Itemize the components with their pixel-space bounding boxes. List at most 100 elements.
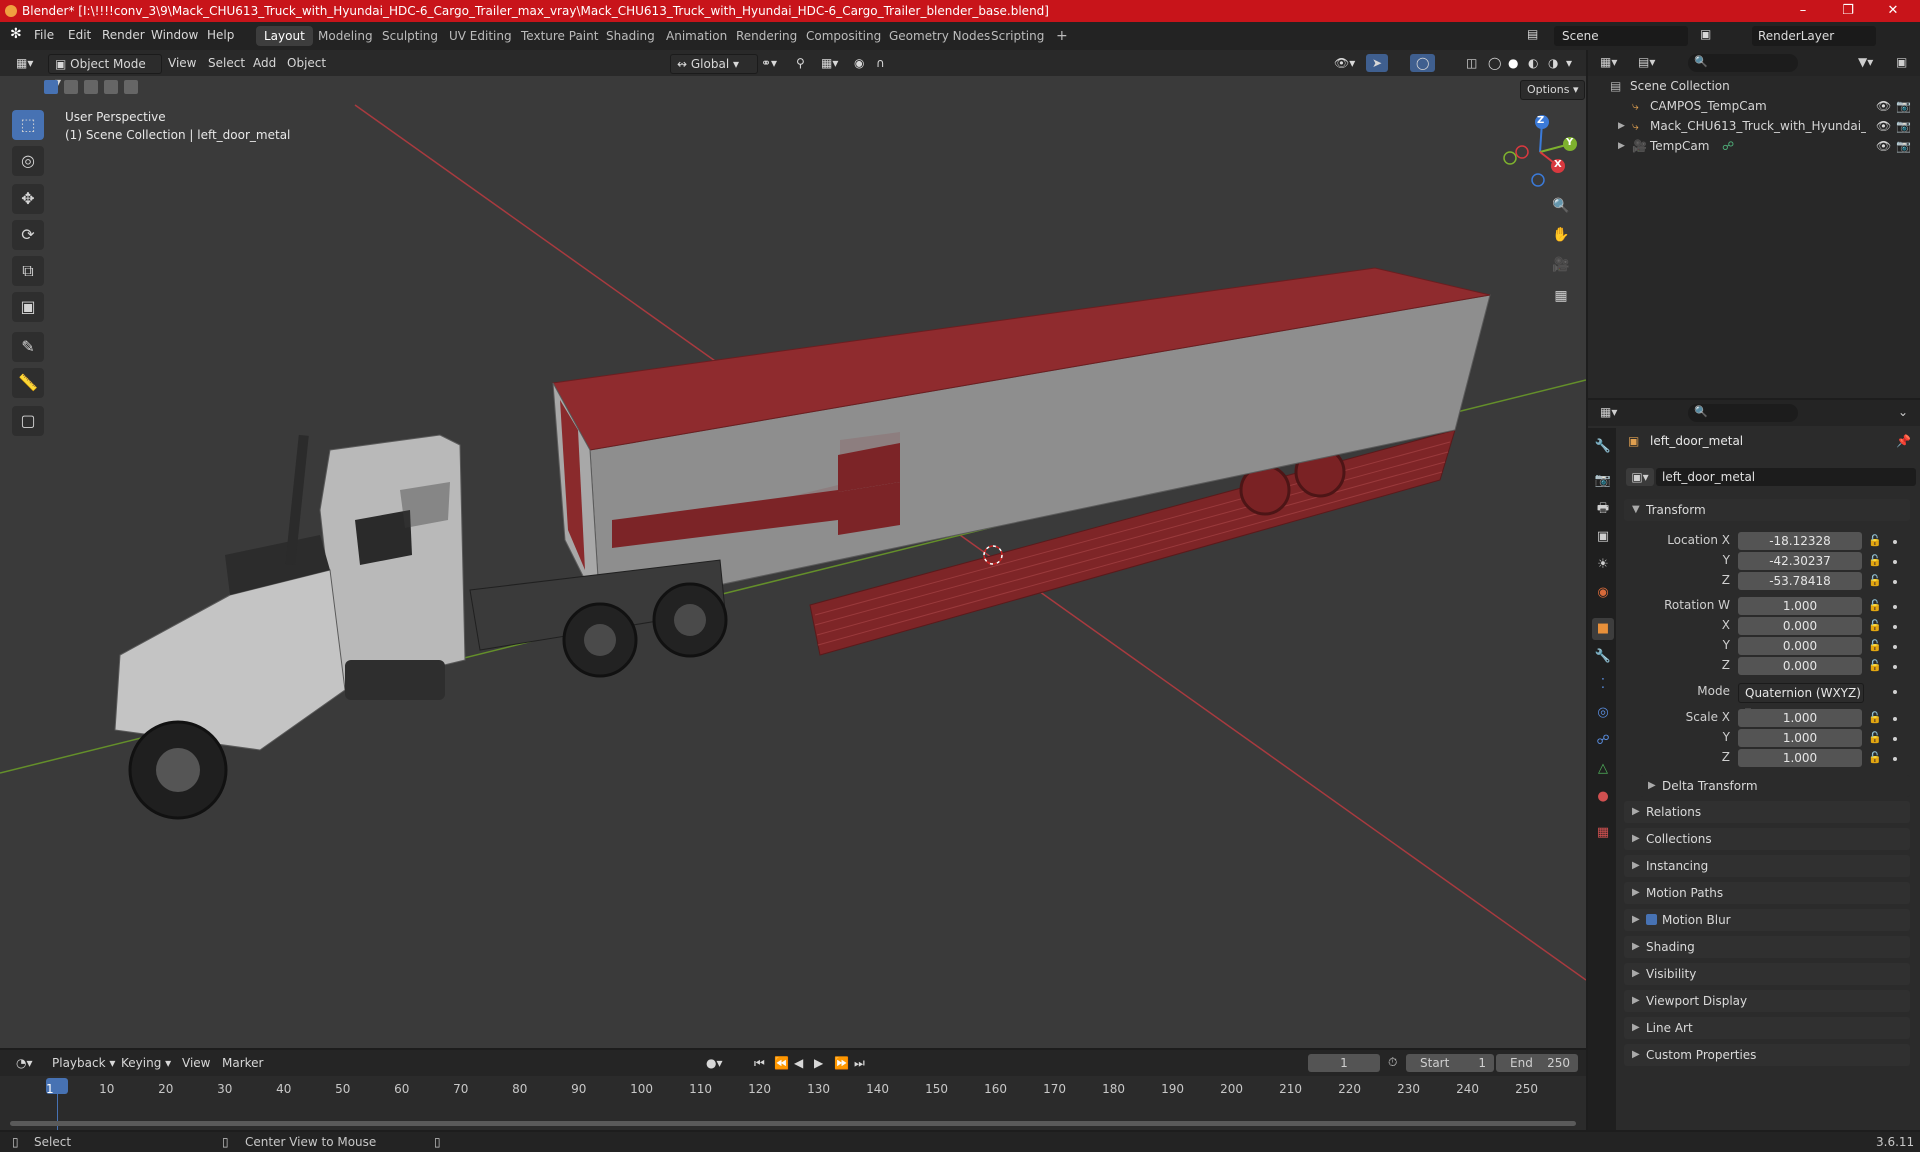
- keyframe-dot-icon[interactable]: [1893, 737, 1897, 741]
- render-camera-icon[interactable]: 📷: [1896, 116, 1911, 136]
- rotation-mode-dropdown[interactable]: Quaternion (WXYZ) ▾: [1738, 683, 1864, 718]
- visibility-icon[interactable]: 👁▾: [1328, 54, 1361, 72]
- scale-tool-icon[interactable]: ⧉: [12, 256, 44, 286]
- object-tab-icon[interactable]: ■: [1592, 618, 1614, 640]
- current-frame-field[interactable]: 1: [1308, 1054, 1380, 1072]
- select-mode-buttons[interactable]: [44, 80, 140, 96]
- select-subtract-icon[interactable]: [84, 80, 98, 94]
- minimize-icon[interactable]: –: [1780, 0, 1826, 22]
- menu-view[interactable]: View: [162, 54, 202, 72]
- panel-visibility[interactable]: ▶ Visibility: [1624, 963, 1910, 985]
- location-x-field[interactable]: -18.12328: [1738, 532, 1862, 550]
- scene-selector[interactable]: Scene: [1554, 26, 1688, 46]
- proportional-edit-icon[interactable]: ◉: [848, 54, 870, 72]
- display-mode-icon[interactable]: ▤▾: [1638, 55, 1655, 69]
- tab-sculpting[interactable]: Sculpting: [374, 26, 446, 46]
- navigation-gizmo[interactable]: Z Y X: [1500, 112, 1580, 192]
- lock-icon[interactable]: 🔓: [1868, 711, 1882, 725]
- lock-icon[interactable]: 🔓: [1868, 574, 1882, 588]
- tool-tab-icon[interactable]: 🔧: [1592, 436, 1614, 458]
- measure-tool-icon[interactable]: 📏: [12, 368, 44, 398]
- menu-help[interactable]: Help: [207, 28, 234, 42]
- menu-playback[interactable]: Playback ▾: [46, 1054, 121, 1072]
- panel-line-art[interactable]: ▶ Line Art: [1624, 1017, 1910, 1039]
- keyframe-dot-icon[interactable]: [1893, 717, 1897, 721]
- outliner-row-mack[interactable]: ▶ ⤷ Mack_CHU613_Truck_with_Hyundai_HI 👁 …: [1588, 116, 1920, 136]
- data-tab-icon[interactable]: △: [1592, 758, 1614, 780]
- options-dropdown[interactable]: Options ▾: [1520, 80, 1586, 100]
- end-frame-field[interactable]: End 250: [1496, 1054, 1578, 1072]
- menu-add[interactable]: Add: [247, 54, 282, 72]
- scale-z-field[interactable]: 1.000: [1738, 749, 1862, 767]
- start-frame-field[interactable]: Start 1: [1406, 1054, 1494, 1072]
- rotation-y-field[interactable]: 0.000: [1738, 637, 1862, 655]
- select-box-tool-icon[interactable]: ⬚: [12, 110, 44, 140]
- transform-orientation-dropdown[interactable]: ↭ Global ▾: [670, 54, 758, 74]
- tab-layout[interactable]: Layout: [256, 26, 313, 46]
- menu-keying[interactable]: Keying ▾: [115, 1054, 177, 1072]
- texture-tab-icon[interactable]: ▦: [1592, 822, 1614, 844]
- gizmo-toggle-icon[interactable]: ➤: [1366, 54, 1389, 72]
- transform-tool-icon[interactable]: ▣: [12, 292, 44, 322]
- menu-marker[interactable]: Marker: [216, 1054, 269, 1072]
- select-extend-icon[interactable]: [64, 80, 78, 94]
- panel-collections[interactable]: ▶ Collections: [1624, 828, 1910, 850]
- render-tab-icon[interactable]: 📷: [1592, 470, 1614, 492]
- expand-arrow-icon[interactable]: ▶: [1618, 136, 1625, 156]
- material-tab-icon[interactable]: ●: [1592, 786, 1614, 808]
- expand-arrow-icon[interactable]: ▶: [1618, 116, 1625, 136]
- keyframe-dot-icon[interactable]: [1893, 605, 1897, 609]
- snap-target-icon[interactable]: ▦▾: [815, 54, 844, 72]
- motion-blur-checkbox[interactable]: [1646, 914, 1657, 925]
- outliner-editor-icon[interactable]: ▦▾: [1600, 55, 1617, 69]
- panel-instancing[interactable]: ▶ Instancing: [1624, 855, 1910, 877]
- pan-hand-icon[interactable]: ✋: [1548, 222, 1574, 248]
- menu-object[interactable]: Object: [281, 54, 332, 72]
- rotation-z-field[interactable]: 0.000: [1738, 657, 1862, 675]
- datablock-browse-icon[interactable]: ▣▾: [1626, 468, 1654, 486]
- tab-scripting[interactable]: Scripting: [983, 26, 1052, 46]
- keyframe-dot-icon[interactable]: [1893, 645, 1897, 649]
- keyframe-dot-icon[interactable]: [1893, 690, 1897, 694]
- falloff-icon[interactable]: ∩: [870, 54, 891, 72]
- record-icon[interactable]: ●▾: [700, 1054, 729, 1072]
- panel-motion-paths[interactable]: ▶ Motion Paths: [1624, 882, 1910, 904]
- lock-icon[interactable]: 🔓: [1868, 619, 1882, 633]
- outliner-row-tempcam[interactable]: ▶ 🎥 TempCam ☍ 👁 📷: [1588, 136, 1920, 156]
- eye-icon[interactable]: 👁: [1876, 96, 1891, 116]
- menu-select[interactable]: Select: [202, 54, 251, 72]
- eye-icon[interactable]: 👁: [1876, 136, 1891, 156]
- tab-compositing[interactable]: Compositing: [798, 26, 889, 46]
- outliner-root-row[interactable]: ▤ Scene Collection: [1588, 76, 1920, 96]
- properties-editor-icon[interactable]: ▦▾: [1600, 405, 1617, 419]
- object-mode-dropdown[interactable]: ▣ Object Mode ▾: [48, 54, 162, 89]
- lock-icon[interactable]: 🔓: [1868, 751, 1882, 765]
- render-camera-icon[interactable]: 📷: [1896, 136, 1911, 156]
- location-y-field[interactable]: -42.30237: [1738, 552, 1862, 570]
- location-z-field[interactable]: -53.78418: [1738, 572, 1862, 590]
- add-workspace-button[interactable]: +: [1048, 26, 1076, 46]
- output-tab-icon[interactable]: 🖶: [1592, 498, 1614, 520]
- view-layer-tab-icon[interactable]: ▣: [1592, 526, 1614, 548]
- keyframe-dot-icon[interactable]: [1893, 757, 1897, 761]
- timeline-scrollbar[interactable]: [10, 1121, 1576, 1126]
- modifier-tab-icon[interactable]: 🔧: [1592, 646, 1614, 668]
- editor-type-icon[interactable]: ▦▾: [10, 54, 39, 72]
- transform-panel-header[interactable]: ▼ Transform: [1624, 499, 1910, 521]
- menu-file[interactable]: File: [34, 28, 54, 42]
- delta-transform-subpanel[interactable]: ▶ Delta Transform: [1640, 775, 1910, 797]
- stopwatch-icon[interactable]: ⏱: [1388, 1055, 1397, 1070]
- datablock-name-field[interactable]: left_door_metal: [1656, 468, 1916, 486]
- tab-geometry-nodes[interactable]: Geometry Nodes: [881, 26, 998, 46]
- zoom-icon[interactable]: 🔍: [1548, 193, 1574, 219]
- select-new-icon[interactable]: [44, 80, 58, 94]
- tab-texture-paint[interactable]: Texture Paint: [513, 26, 606, 46]
- shading-options-icon[interactable]: ▾: [1560, 54, 1578, 72]
- properties-search-input[interactable]: 🔍: [1688, 404, 1798, 422]
- scale-y-field[interactable]: 1.000: [1738, 729, 1862, 747]
- menu-window[interactable]: Window: [151, 28, 198, 42]
- panel-motion-blur[interactable]: ▶ Motion Blur: [1624, 909, 1910, 931]
- keyframe-dot-icon[interactable]: [1893, 665, 1897, 669]
- pin-icon[interactable]: 📌: [1896, 434, 1911, 448]
- 3d-viewport[interactable]: User Perspective (1) Scene Collection | …: [0, 50, 1586, 1048]
